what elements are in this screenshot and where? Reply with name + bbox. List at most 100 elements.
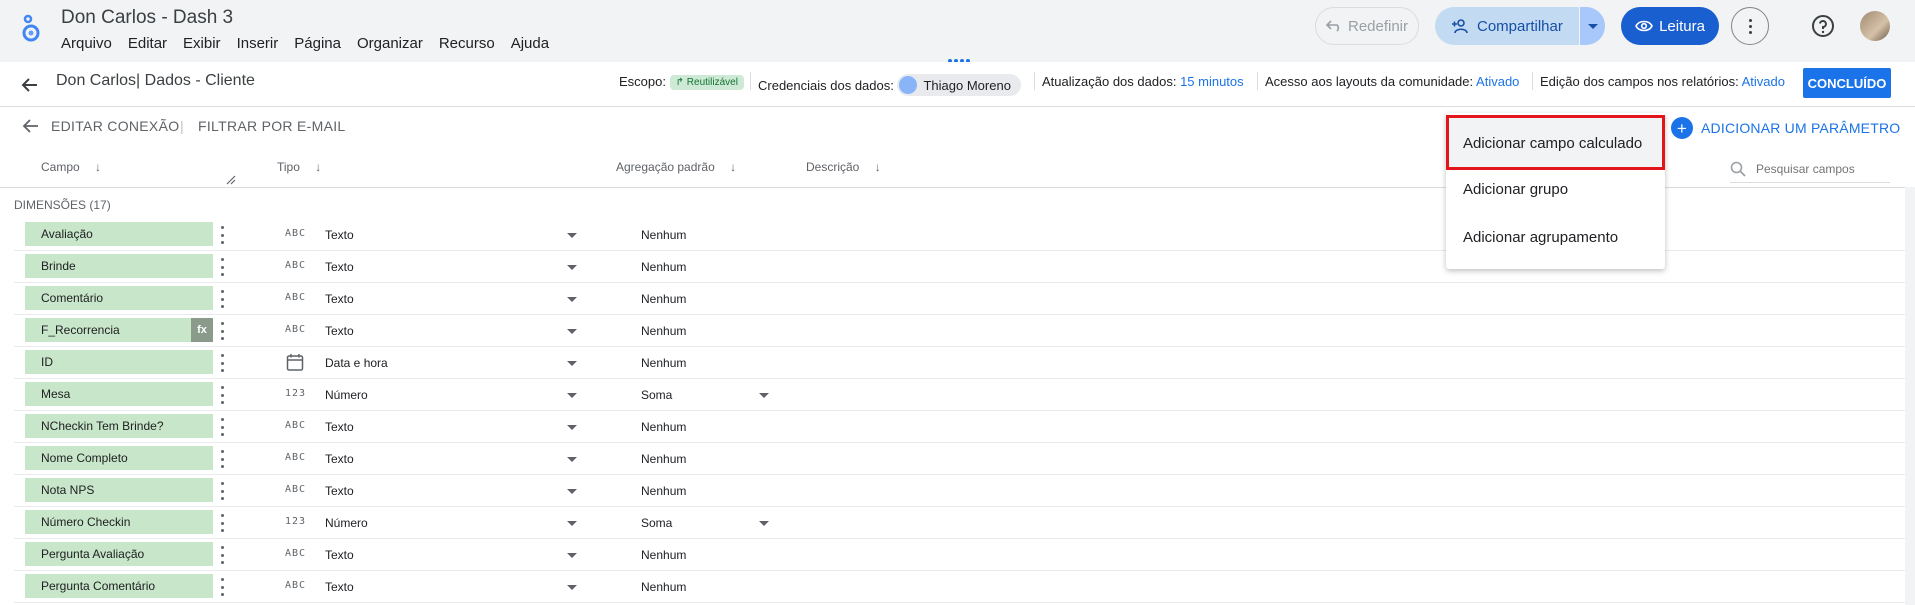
field-type[interactable]: Texto xyxy=(325,548,354,562)
field-name-chip[interactable]: Pergunta Comentário xyxy=(25,574,213,598)
field-aggregation[interactable]: Soma xyxy=(641,516,672,530)
search-input[interactable] xyxy=(1756,161,1876,176)
document-title[interactable]: Don Carlos - Dash 3 xyxy=(61,7,233,29)
field-type[interactable]: Texto xyxy=(325,260,354,274)
field-name-chip[interactable]: Avaliação xyxy=(25,222,213,246)
sort-arrow-icon: ↓ xyxy=(874,160,881,174)
field-type[interactable]: Número xyxy=(325,516,368,530)
aggregation-dropdown-caret-icon[interactable] xyxy=(759,521,769,526)
menu-recurso[interactable]: Recurso xyxy=(439,35,495,52)
type-dropdown-caret-icon[interactable] xyxy=(567,265,577,270)
field-type[interactable]: Texto xyxy=(325,452,354,466)
field-name-chip[interactable]: Mesa xyxy=(25,382,213,406)
back-arrow-icon[interactable] xyxy=(20,75,40,95)
field-menu-icon[interactable] xyxy=(221,578,225,596)
account-avatar[interactable] xyxy=(1860,11,1890,41)
field-type[interactable]: Texto xyxy=(325,484,354,498)
type-dropdown-caret-icon[interactable] xyxy=(567,553,577,558)
view-mode-button[interactable]: Leitura xyxy=(1621,7,1719,45)
field-menu-icon[interactable] xyxy=(221,482,225,500)
type-dropdown-caret-icon[interactable] xyxy=(567,425,577,430)
more-options-button[interactable] xyxy=(1731,7,1769,45)
field-name-chip[interactable]: Comentário xyxy=(25,286,213,310)
type-dropdown-caret-icon[interactable] xyxy=(567,233,577,238)
share-button[interactable]: Compartilhar xyxy=(1435,7,1605,45)
edit-connection-button[interactable]: EDITAR CONEXÃO xyxy=(51,118,179,134)
help-icon[interactable] xyxy=(1811,14,1835,38)
menu-organizar[interactable]: Organizar xyxy=(357,35,423,52)
field-type[interactable]: Texto xyxy=(325,292,354,306)
field-menu-icon[interactable] xyxy=(221,386,225,404)
field-menu-icon[interactable] xyxy=(221,290,225,308)
field-name-chip[interactable]: Brinde xyxy=(25,254,213,278)
share-options-dropdown[interactable] xyxy=(1579,7,1605,45)
field-menu-icon[interactable] xyxy=(221,226,225,244)
fx-icon[interactable]: fx xyxy=(191,318,213,342)
field-name-chip[interactable]: NCheckin Tem Brinde? xyxy=(25,414,213,438)
menu-item-add-grouping[interactable]: Adicionar agrupamento xyxy=(1446,214,1665,260)
field-menu-icon[interactable] xyxy=(221,546,225,564)
looker-studio-logo-icon[interactable] xyxy=(20,13,42,43)
field-menu-icon[interactable] xyxy=(221,450,225,468)
field-type[interactable]: Data e hora xyxy=(325,356,388,370)
field-menu-icon[interactable] xyxy=(221,514,225,532)
field-name-chip[interactable]: Nome Completo xyxy=(25,446,213,470)
type-dropdown-caret-icon[interactable] xyxy=(567,393,577,398)
table-row: Comentário ABC Texto Nenhum xyxy=(14,283,1905,315)
field-type[interactable]: Texto xyxy=(325,580,354,594)
reset-button[interactable]: Redefinir xyxy=(1315,7,1419,45)
sort-arrow-icon: ↓ xyxy=(315,160,322,174)
menu-inserir[interactable]: Inserir xyxy=(237,35,279,52)
menu-exibir[interactable]: Exibir xyxy=(183,35,221,52)
view-mode-label: Leitura xyxy=(1659,17,1705,35)
scrollbar[interactable] xyxy=(1905,187,1915,605)
field-name: NCheckin Tem Brinde? xyxy=(41,419,164,433)
menu-ajuda[interactable]: Ajuda xyxy=(511,35,549,52)
type-dropdown-caret-icon[interactable] xyxy=(567,521,577,526)
field-name-chip[interactable]: Pergunta Avaliação xyxy=(25,542,213,566)
back-arrow-icon[interactable] xyxy=(22,118,40,134)
add-parameter-button[interactable]: + ADICIONAR UM PARÂMETRO xyxy=(1671,117,1900,139)
menu-item-add-group[interactable]: Adicionar grupo xyxy=(1446,166,1665,212)
aggregation-dropdown-caret-icon[interactable] xyxy=(759,393,769,398)
type-dropdown-caret-icon[interactable] xyxy=(567,297,577,302)
column-header-tipo[interactable]: Tipo ↓ xyxy=(277,160,321,174)
menu-arquivo[interactable]: Arquivo xyxy=(61,35,112,52)
search-fields[interactable] xyxy=(1730,155,1890,183)
field-edit-value-link[interactable]: Ativado xyxy=(1742,74,1785,89)
community-value-link[interactable]: Ativado xyxy=(1476,74,1519,89)
column-resize-icon[interactable] xyxy=(226,175,236,185)
field-name-chip[interactable]: Número Checkin xyxy=(25,510,213,534)
field-menu-icon[interactable] xyxy=(221,418,225,436)
field-aggregation[interactable]: Soma xyxy=(641,388,672,402)
type-dropdown-caret-icon[interactable] xyxy=(567,585,577,590)
done-button[interactable]: CONCLUÍDO xyxy=(1803,68,1891,98)
filter-by-email-button[interactable]: FILTRAR POR E-MAIL xyxy=(198,118,346,134)
field-menu-icon[interactable] xyxy=(221,322,225,340)
type-dropdown-caret-icon[interactable] xyxy=(567,361,577,366)
field-name-chip[interactable]: Nota NPS xyxy=(25,478,213,502)
type-dropdown-caret-icon[interactable] xyxy=(567,329,577,334)
field-type[interactable]: Texto xyxy=(325,420,354,434)
menu-item-add-calculated-field[interactable]: Adicionar campo calculado xyxy=(1446,120,1665,166)
refresh-info: Atualização dos dados: 15 minutos xyxy=(1042,74,1244,89)
field-menu-icon[interactable] xyxy=(221,354,225,372)
scope-chip[interactable]: ↱ Reutilizável xyxy=(669,75,744,90)
field-name-chip[interactable]: F_Recorrencia fx xyxy=(25,318,213,342)
field-type[interactable]: Número xyxy=(325,388,368,402)
field-type[interactable]: Texto xyxy=(325,324,354,338)
menu-pagina[interactable]: Página xyxy=(294,35,341,52)
data-source-title[interactable]: Don Carlos| Dados - Cliente xyxy=(56,72,255,90)
column-header-agregacao[interactable]: Agregação padrão ↓ xyxy=(616,160,736,174)
field-type[interactable]: Texto xyxy=(325,228,354,242)
type-dropdown-caret-icon[interactable] xyxy=(567,457,577,462)
credentials-user-chip[interactable]: Thiago Moreno xyxy=(897,74,1021,96)
column-header-descricao[interactable]: Descrição ↓ xyxy=(806,160,881,174)
field-name-chip[interactable]: ID xyxy=(25,350,213,374)
caret-down-icon xyxy=(1587,23,1598,29)
refresh-value-link[interactable]: 15 minutos xyxy=(1180,74,1244,89)
field-menu-icon[interactable] xyxy=(221,258,225,276)
type-dropdown-caret-icon[interactable] xyxy=(567,489,577,494)
column-header-campo[interactable]: Campo ↓ xyxy=(41,160,101,174)
menu-editar[interactable]: Editar xyxy=(128,35,167,52)
